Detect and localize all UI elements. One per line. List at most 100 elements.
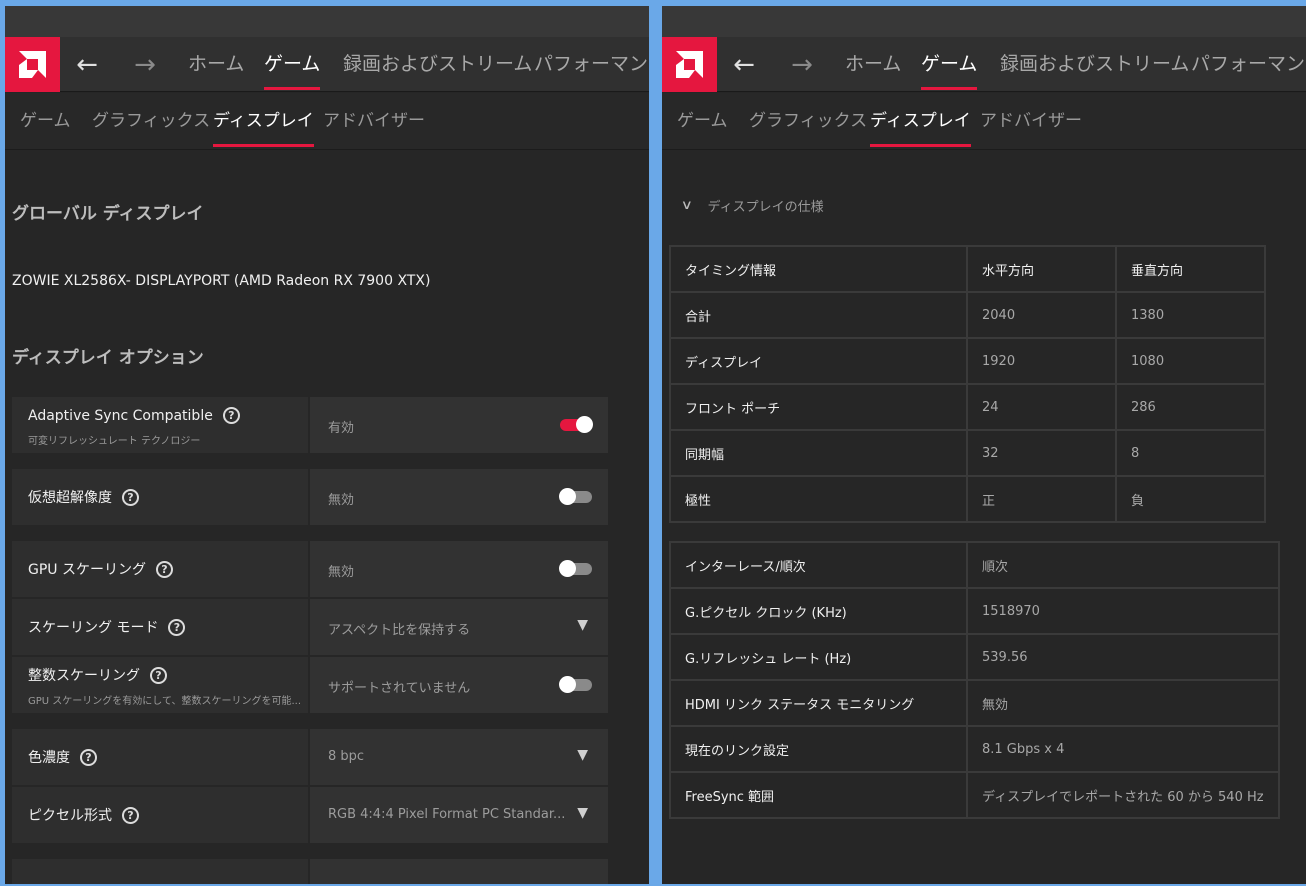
tab-home[interactable]: ホーム: [845, 37, 901, 92]
option-label: 整数スケーリング: [28, 668, 140, 684]
table-cell: G.リフレッシュ レート (Hz): [669, 633, 968, 681]
subtab-graphics[interactable]: グラフィックス: [749, 93, 867, 150]
top-navigation: ← → ホーム ゲーム 録画およびストリーム パフォーマンス: [5, 37, 649, 92]
table-cell: 8: [1115, 429, 1266, 477]
option-scaling-mode[interactable]: スケーリング モード? アスペクト比を保持する ▼: [12, 599, 608, 655]
subtab-game[interactable]: ゲーム: [677, 93, 728, 150]
table-cell: FreeSync 範囲: [669, 771, 968, 819]
gpu-scaling-toggle[interactable]: [559, 560, 592, 577]
table-cell: 無効: [966, 679, 1280, 727]
section-title: グローバル ディスプレイ: [12, 204, 204, 224]
option-partial[interactable]: [12, 859, 608, 884]
option-adaptive-sync[interactable]: Adaptive Sync Compatible? 可変リフレッシュレート テク…: [12, 397, 608, 453]
sub-navigation: ゲーム グラフィックス ディスプレイ アドバイザー: [662, 93, 1306, 150]
amd-logo-icon[interactable]: [5, 37, 60, 92]
table-cell: 32: [966, 429, 1117, 477]
option-label: ピクセル形式: [28, 808, 112, 824]
right-window: ← → ホーム ゲーム 録画およびストリーム パフォーマンス ゲーム グラフィッ…: [662, 6, 1306, 884]
option-value: サポートされていません: [328, 681, 471, 696]
subtab-graphics[interactable]: グラフィックス: [92, 93, 210, 150]
table-row: 極性 正 負: [669, 475, 1266, 523]
options-title: ディスプレイ オプション: [12, 348, 204, 368]
integer-scaling-toggle[interactable]: [559, 676, 592, 693]
table-header: 水平方向: [966, 245, 1117, 293]
arrow-right-icon[interactable]: →: [782, 37, 822, 92]
option-value: 無効: [328, 493, 355, 508]
title-bar[interactable]: [5, 6, 649, 37]
table-header: タイミング情報: [669, 245, 968, 293]
display-spec-header[interactable]: ∨ ディスプレイの仕様: [681, 196, 824, 215]
option-value: 無効: [328, 565, 355, 580]
table-row: 合計 2040 1380: [669, 291, 1266, 339]
table-cell: フロント ポーチ: [669, 383, 968, 431]
help-icon[interactable]: ?: [122, 488, 139, 506]
help-icon[interactable]: ?: [168, 618, 186, 636]
option-pixel-format[interactable]: ピクセル形式? RGB 4:4:4 Pixel Format PC Standa…: [12, 787, 608, 843]
table-cell: 合計: [669, 291, 968, 339]
option-description: GPU スケーリングを有効にして、整数スケーリングを可能...: [28, 696, 302, 707]
chevron-down-icon[interactable]: ▼: [577, 805, 588, 821]
chevron-down-icon[interactable]: ▼: [577, 617, 588, 633]
table-cell: ディスプレイでレポートされた 60 から 540 Hz: [966, 771, 1280, 819]
option-description: 可変リフレッシュレート テクノロジー: [28, 436, 201, 447]
virtual-super-resolution-toggle[interactable]: [559, 488, 592, 505]
help-icon[interactable]: ?: [150, 666, 167, 684]
option-color-depth[interactable]: 色濃度? 8 bpc ▼: [12, 729, 608, 785]
table-row: ディスプレイ 1920 1080: [669, 337, 1266, 385]
amd-logo-icon[interactable]: [662, 37, 717, 92]
option-gpu-scaling[interactable]: GPU スケーリング? 無効: [12, 541, 608, 597]
option-label: スケーリング モード: [28, 620, 159, 636]
option-virtual-super-resolution[interactable]: 仮想超解像度? 無効: [12, 469, 608, 525]
table-row: 同期幅 32 8: [669, 429, 1266, 477]
table-row: FreeSync 範囲 ディスプレイでレポートされた 60 から 540 Hz: [669, 771, 1280, 819]
arrow-right-icon[interactable]: →: [125, 37, 165, 92]
left-window: ← → ホーム ゲーム 録画およびストリーム パフォーマンス ゲーム グラフィッ…: [5, 6, 649, 884]
table-cell: 286: [1115, 383, 1266, 431]
table-cell: 539.56: [966, 633, 1280, 681]
table-row: タイミング情報 水平方向 垂直方向: [669, 245, 1266, 293]
tab-performance[interactable]: パフォーマンス: [1191, 37, 1306, 92]
tab-performance[interactable]: パフォーマンス: [534, 37, 649, 92]
sub-navigation: ゲーム グラフィックス ディスプレイ アドバイザー: [5, 93, 649, 150]
subtab-display[interactable]: ディスプレイ: [213, 93, 314, 150]
tab-record-stream[interactable]: 録画およびストリーム: [1000, 37, 1189, 92]
table-cell: 現在のリンク設定: [669, 725, 968, 773]
option-value: アスペクト比を保持する: [328, 623, 471, 638]
subtab-advisor[interactable]: アドバイザー: [323, 93, 425, 150]
table-cell: HDMI リンク ステータス モニタリング: [669, 679, 968, 727]
table-row: G.ピクセル クロック (KHz) 1518970: [669, 587, 1280, 635]
table-row: インターレース/順次 順次: [669, 541, 1280, 589]
arrow-left-icon[interactable]: ←: [724, 37, 764, 92]
adaptive-sync-toggle[interactable]: [560, 416, 593, 433]
tab-record-stream[interactable]: 録画およびストリーム: [343, 37, 532, 92]
subtab-display[interactable]: ディスプレイ: [870, 93, 971, 150]
table-row: フロント ポーチ 24 286: [669, 383, 1266, 431]
subtab-game[interactable]: ゲーム: [20, 93, 71, 150]
help-icon[interactable]: ?: [80, 748, 97, 766]
chevron-down-icon[interactable]: ∨: [681, 198, 693, 213]
table-row: 現在のリンク設定 8.1 Gbps x 4: [669, 725, 1280, 773]
top-navigation: ← → ホーム ゲーム 録画およびストリーム パフォーマンス: [662, 37, 1306, 92]
table-cell: 8.1 Gbps x 4: [966, 725, 1280, 773]
table-cell: インターレース/順次: [669, 541, 968, 589]
help-icon[interactable]: ?: [222, 407, 240, 424]
tab-game[interactable]: ゲーム: [264, 37, 321, 92]
table-cell: 1080: [1115, 337, 1266, 385]
tab-home[interactable]: ホーム: [188, 37, 244, 92]
table-row: G.リフレッシュ レート (Hz) 539.56: [669, 633, 1280, 681]
tab-game[interactable]: ゲーム: [921, 37, 978, 92]
option-label: Adaptive Sync Compatible: [28, 407, 213, 424]
option-value: RGB 4:4:4 Pixel Format PC Standar...: [328, 807, 566, 822]
option-integer-scaling[interactable]: 整数スケーリング? GPU スケーリングを有効にして、整数スケーリングを可能..…: [12, 657, 608, 713]
table-header: 垂直方向: [1115, 245, 1266, 293]
subtab-advisor[interactable]: アドバイザー: [980, 93, 1082, 150]
table-cell: 正: [966, 475, 1117, 523]
help-icon[interactable]: ?: [156, 560, 173, 578]
table-cell: 負: [1115, 475, 1266, 523]
chevron-down-icon[interactable]: ▼: [577, 747, 588, 763]
table-cell: 極性: [669, 475, 968, 523]
title-bar[interactable]: [662, 6, 1306, 37]
help-icon[interactable]: ?: [122, 806, 139, 824]
arrow-left-icon[interactable]: ←: [67, 37, 107, 92]
option-label: GPU スケーリング: [28, 562, 146, 578]
